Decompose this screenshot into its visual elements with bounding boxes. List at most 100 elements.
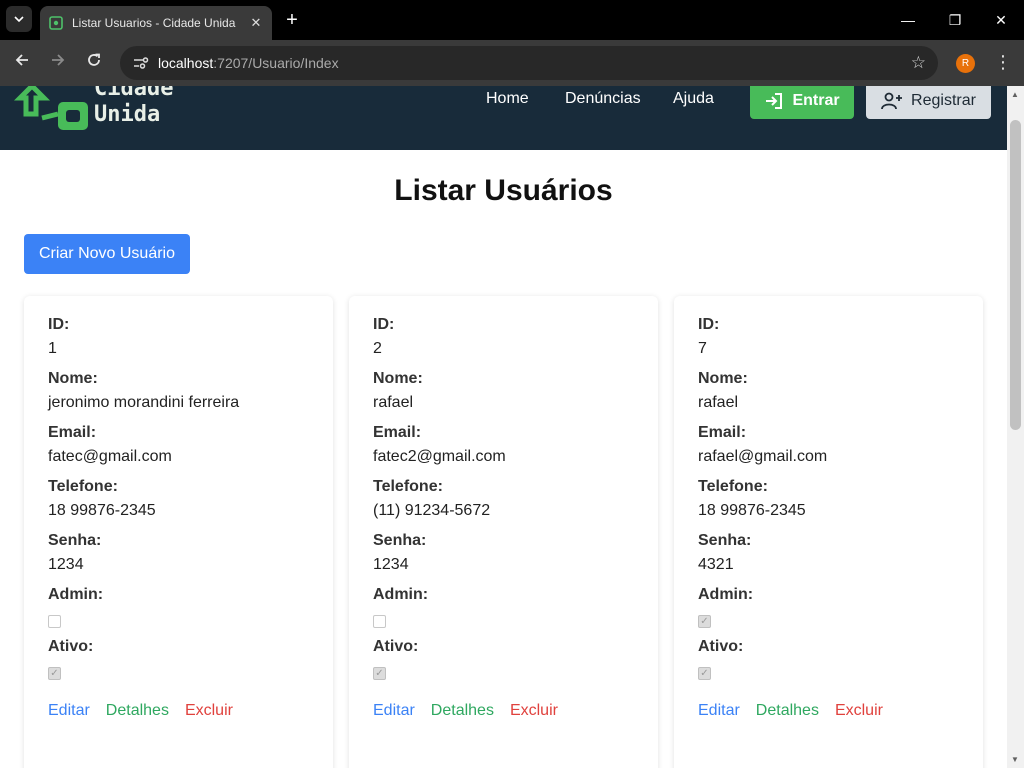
label-senha: Senha: <box>698 532 752 549</box>
value-id: 1 <box>48 340 57 357</box>
nav-ajuda[interactable]: Ajuda <box>673 90 714 108</box>
value-senha: 1234 <box>48 556 84 573</box>
value-telefone: 18 99876-2345 <box>698 502 806 519</box>
reload-icon[interactable] <box>83 52 105 74</box>
scrollbar-thumb[interactable] <box>1010 120 1021 430</box>
edit-link[interactable]: Editar <box>698 702 740 720</box>
edit-link[interactable]: Editar <box>373 702 415 720</box>
value-id: 7 <box>698 340 707 357</box>
label-admin: Admin: <box>698 586 754 603</box>
address-bar[interactable]: localhost:7207/Usuario/Index ☆ <box>120 46 938 80</box>
scroll-up-icon[interactable]: ▲ <box>1011 90 1019 99</box>
create-user-button[interactable]: Criar Novo Usuário <box>24 234 190 274</box>
browser-toolbar: localhost:7207/Usuario/Index ☆ R ⋮ <box>0 40 1024 86</box>
value-nome: rafael <box>373 394 414 411</box>
tab-close-icon[interactable]: ✕ <box>248 15 264 31</box>
ativo-checkbox[interactable]: ✓ <box>698 667 711 680</box>
logo-line2: Unida <box>94 102 161 127</box>
label-id: ID: <box>48 316 70 333</box>
restore-icon[interactable]: ❐ <box>945 10 965 30</box>
page-viewport: Cidade Unida Home Denúncias Ajuda Entrar… <box>0 86 1007 768</box>
login-icon <box>766 92 783 109</box>
value-id: 2 <box>373 340 382 357</box>
browser-menu-icon[interactable]: ⋮ <box>994 52 1012 73</box>
profile-avatar[interactable]: R <box>956 54 975 73</box>
label-senha: Senha: <box>48 532 102 549</box>
forward-icon[interactable] <box>47 52 69 74</box>
register-label: Registrar <box>911 91 976 109</box>
details-link[interactable]: Detalhes <box>106 702 169 720</box>
window-close-icon[interactable]: ✕ <box>991 10 1011 30</box>
value-email: fatec2@gmail.com <box>373 448 506 465</box>
login-label: Entrar <box>792 91 840 109</box>
bookmark-star-icon[interactable]: ☆ <box>911 53 926 73</box>
nav-home[interactable]: Home <box>486 90 529 108</box>
label-ativo: Ativo: <box>373 638 419 655</box>
scrollbar[interactable]: ▲ ▼ <box>1007 86 1024 768</box>
value-nome: rafael <box>698 394 739 411</box>
details-link[interactable]: Detalhes <box>431 702 494 720</box>
value-senha: 1234 <box>373 556 409 573</box>
user-card: ID: 7 Nome: rafael Email: rafael@gmail.com Tel… <box>674 296 983 768</box>
label-ativo: Ativo: <box>698 638 744 655</box>
card-actions: Editar Detalhes Excluir <box>698 702 959 720</box>
value-email: fatec@gmail.com <box>48 448 172 465</box>
delete-link[interactable]: Excluir <box>185 702 233 720</box>
minimize-icon[interactable]: — <box>898 10 918 30</box>
back-icon[interactable] <box>11 52 33 74</box>
browser-tab[interactable]: Listar Usuarios - Cidade Unida ✕ <box>40 6 272 40</box>
favicon-icon <box>48 15 64 31</box>
value-senha: 4321 <box>698 556 734 573</box>
label-senha: Senha: <box>373 532 427 549</box>
logo-text: Cidade Unida <box>94 86 173 128</box>
value-telefone: 18 99876-2345 <box>48 502 156 519</box>
card-actions: Editar Detalhes Excluir <box>373 702 634 720</box>
label-admin: Admin: <box>373 586 429 603</box>
edit-link[interactable]: Editar <box>48 702 90 720</box>
label-email: Email: <box>698 424 747 441</box>
value-email: rafael@gmail.com <box>698 448 828 465</box>
ativo-checkbox[interactable]: ✓ <box>373 667 386 680</box>
url-text: localhost:7207/Usuario/Index <box>158 55 339 71</box>
label-id: ID: <box>698 316 720 333</box>
label-telefone: Telefone: <box>698 478 768 495</box>
ativo-checkbox[interactable]: ✓ <box>48 667 61 680</box>
label-telefone: Telefone: <box>373 478 443 495</box>
new-tab-icon[interactable]: + <box>282 10 302 30</box>
logo-line1: Cidade <box>94 86 174 101</box>
value-nome: jeronimo morandini ferreira <box>48 394 240 411</box>
nav-denuncias[interactable]: Denúncias <box>565 90 641 108</box>
scroll-down-icon[interactable]: ▼ <box>1011 755 1019 764</box>
delete-link[interactable]: Excluir <box>835 702 883 720</box>
user-card: ID: 2 Nome: rafael Email: fatec2@gmail.com Tel… <box>349 296 658 768</box>
page-title: Listar Usuários <box>394 174 613 207</box>
label-nome: Nome: <box>698 370 748 387</box>
label-ativo: Ativo: <box>48 638 94 655</box>
site-settings-icon[interactable] <box>132 54 150 72</box>
label-email: Email: <box>373 424 422 441</box>
admin-checkbox[interactable] <box>48 615 61 628</box>
label-telefone: Telefone: <box>48 478 118 495</box>
logo-emblem-icon <box>13 86 88 130</box>
label-nome: Nome: <box>48 370 98 387</box>
card-actions: Editar Detalhes Excluir <box>48 702 309 720</box>
add-user-icon <box>881 92 903 109</box>
login-button[interactable]: Entrar <box>750 86 854 119</box>
tab-title: Listar Usuarios - Cidade Unida <box>72 16 236 30</box>
delete-link[interactable]: Excluir <box>510 702 558 720</box>
value-telefone: (11) 91234-5672 <box>373 502 491 519</box>
details-link[interactable]: Detalhes <box>756 702 819 720</box>
site-header: Cidade Unida Home Denúncias Ajuda Entrar… <box>0 86 1007 150</box>
tab-search-icon[interactable] <box>6 6 32 32</box>
register-button[interactable]: Registrar <box>866 86 991 119</box>
label-id: ID: <box>373 316 395 333</box>
url-path: :7207/Usuario/Index <box>213 55 339 71</box>
browser-tab-bar: Listar Usuarios - Cidade Unida ✕ + — ❐ ✕ <box>0 0 1024 40</box>
label-nome: Nome: <box>373 370 423 387</box>
label-email: Email: <box>48 424 97 441</box>
url-host: localhost <box>158 55 214 71</box>
admin-checkbox[interactable] <box>373 615 386 628</box>
label-admin: Admin: <box>48 586 104 603</box>
user-card: ID: 1 Nome: jeronimo morandini ferreira Emai… <box>24 296 333 768</box>
admin-checkbox[interactable]: ✓ <box>698 615 711 628</box>
